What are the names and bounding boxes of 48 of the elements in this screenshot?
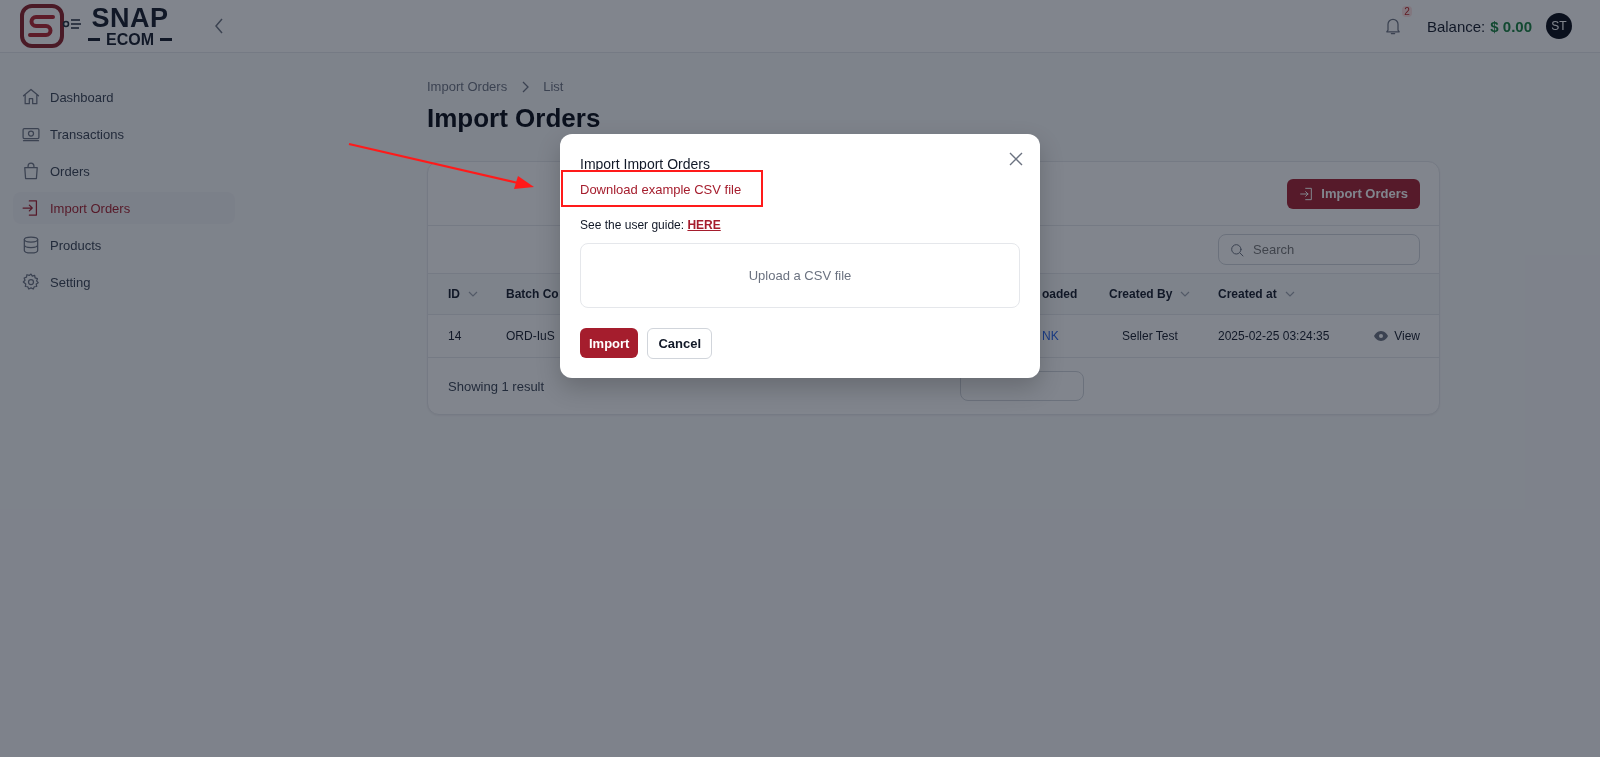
- home-icon: [21, 87, 41, 107]
- import-orders-button[interactable]: Import Orders: [1287, 178, 1420, 209]
- dialog-title: Import Import Orders: [580, 156, 711, 172]
- sidebar-item[interactable]: Transactions: [13, 118, 235, 150]
- logo-icon: [20, 4, 82, 48]
- search-icon: [1229, 242, 1245, 258]
- table-cell: ORD-IuS: [506, 329, 555, 343]
- search-field[interactable]: Search: [1218, 234, 1420, 265]
- cancel-button[interactable]: Cancel: [647, 328, 713, 359]
- download-link[interactable]: Download example CSV file: [580, 182, 1020, 197]
- column-header[interactable]: Batch Co: [506, 287, 559, 301]
- user-avatar[interactable]: ST: [1546, 13, 1572, 39]
- logo-subtitle: ECOM: [88, 31, 172, 48]
- table-cell: 14: [448, 329, 462, 343]
- sidebar-item[interactable]: Orders: [13, 155, 235, 187]
- guide-text: See the user guide: HERE: [580, 218, 722, 232]
- breadcrumb-link[interactable]: List: [543, 79, 564, 94]
- chevron-down-icon[interactable]: [1180, 291, 1191, 297]
- file-upload-area[interactable]: Upload a CSV file: [580, 243, 1020, 308]
- chevron-right-icon: [521, 80, 530, 93]
- balance-value: $ 0.00: [1490, 17, 1532, 35]
- eye-icon: [1374, 331, 1389, 341]
- collapse-sidebar-icon[interactable]: [214, 18, 224, 34]
- column-header[interactable]: Created at: [1218, 287, 1277, 301]
- sidebar-item[interactable]: Dashboard: [13, 81, 235, 113]
- page-title: Import Orders: [427, 103, 602, 134]
- column-header[interactable]: Created By: [1109, 287, 1173, 301]
- logo-wordmark: SNAP: [91, 4, 169, 32]
- chevron-down-icon[interactable]: [468, 291, 478, 297]
- settings-icon: [21, 272, 41, 292]
- table-cell: Seller Test: [1122, 329, 1178, 343]
- sidebar-item[interactable]: Products: [13, 229, 235, 261]
- guide-link[interactable]: HERE: [687, 218, 721, 232]
- column-header[interactable]: ID: [448, 287, 460, 301]
- import-button[interactable]: Import: [580, 328, 639, 358]
- breadcrumb-link[interactable]: Import Orders: [427, 79, 508, 94]
- table-cell: 2025-02-25 03:24:35: [1218, 329, 1330, 343]
- result-count: Showing 1 result: [448, 378, 545, 394]
- table-link[interactable]: NK: [1042, 329, 1059, 343]
- sidebar-item[interactable]: Setting: [13, 266, 235, 298]
- database-icon: [21, 235, 41, 255]
- view-link[interactable]: View: [1374, 329, 1420, 343]
- column-header[interactable]: oaded: [1042, 287, 1078, 301]
- shopping-bag-icon: [21, 161, 41, 181]
- close-icon[interactable]: [1009, 152, 1023, 166]
- chevron-down-icon[interactable]: [1284, 291, 1295, 297]
- notification-badge: 2: [1402, 6, 1412, 17]
- balance-label: Balance:: [1426, 17, 1486, 35]
